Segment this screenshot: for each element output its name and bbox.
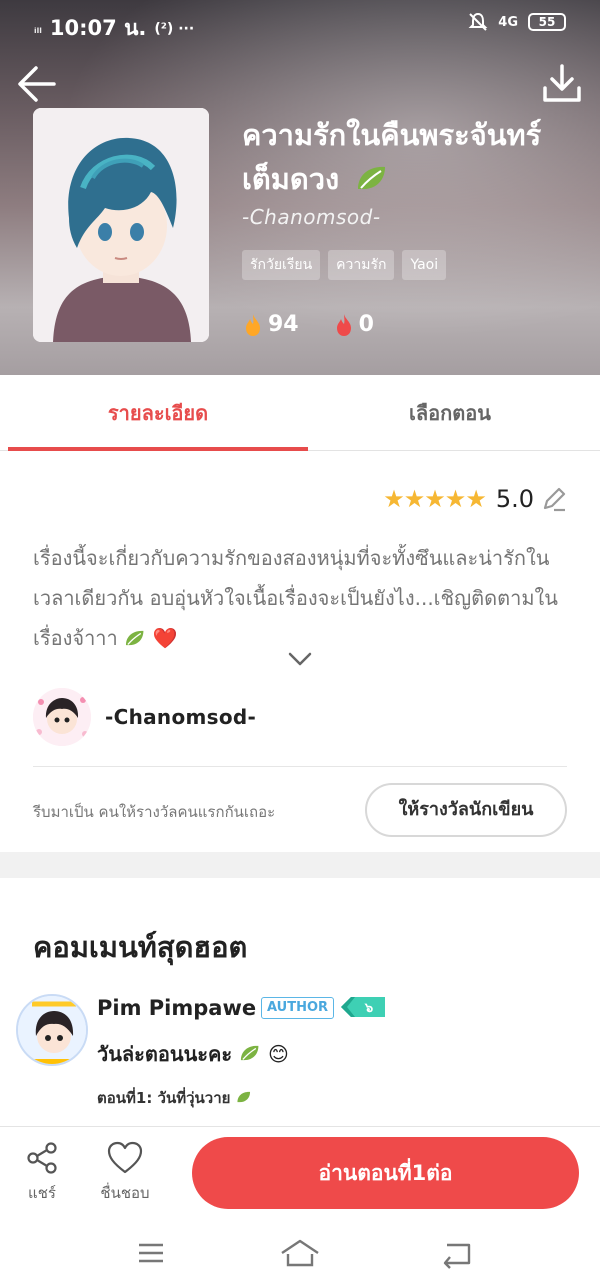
commenter-avatar[interactable] xyxy=(16,994,88,1066)
star-rating-icon: ★★★★★ xyxy=(383,485,487,513)
rating: ★★★★★ 5.0 xyxy=(383,485,568,513)
story-stats: 94 0 xyxy=(242,312,374,337)
avatar-illustration xyxy=(33,688,91,746)
story-cover-image[interactable] xyxy=(33,108,209,342)
likes-stat: 0 xyxy=(333,312,374,337)
leaf-icon xyxy=(126,630,144,646)
download-button[interactable] xyxy=(540,62,584,106)
hot-comments-title: คอมเมนท์สุดฮอต xyxy=(33,930,248,964)
menu-icon[interactable] xyxy=(131,1237,171,1269)
tab-episodes[interactable]: เลือกตอน xyxy=(300,375,600,451)
system-nav-bar xyxy=(0,1221,600,1287)
bottom-action-bar: แชร์ ชื่นชอบ อ่านตอนที่1ต่อ xyxy=(0,1126,600,1221)
heart-icon xyxy=(107,1141,143,1174)
story-author[interactable]: -Chanomsod- xyxy=(242,205,381,229)
leaf-icon xyxy=(241,1045,259,1061)
reward-author-button[interactable]: ให้รางวัลนักเขียน xyxy=(365,783,567,837)
level-badge-icon: ๖ xyxy=(341,997,385,1017)
smile-emoji: 😊 xyxy=(268,1042,289,1066)
chevron-down-icon[interactable] xyxy=(288,652,312,666)
commenter-name[interactable]: Pim Pimpawe xyxy=(97,996,256,1020)
description-text: เรื่องนี้จะเกี่ยวกับความรักของสองหนุ่มที… xyxy=(33,546,558,650)
battery-icon: 55 xyxy=(528,13,566,31)
tag-chip[interactable]: ความรัก xyxy=(328,250,395,280)
share-label: แชร์ xyxy=(28,1184,56,1202)
cover-illustration xyxy=(33,108,209,342)
like-button[interactable]: ชื่นชอบ xyxy=(95,1141,155,1205)
comment-episode[interactable]: ตอนที่1: วันที่วุ่นวาย xyxy=(97,1086,252,1110)
network-label: 4G xyxy=(498,14,518,30)
comment-body: วันล่ะตอนนะคะ xyxy=(97,1042,233,1066)
tab-details[interactable]: รายละเอียด xyxy=(8,375,308,451)
status-bar: ᵢₗₗ 10:07 น. (²) ··· 4G 55 xyxy=(0,8,600,42)
tag-list: รักวัยเรียน ความรัก Yaoi xyxy=(242,250,447,280)
leaf-icon xyxy=(237,1091,250,1103)
pencil-icon[interactable] xyxy=(540,485,568,513)
comment-text: วันล่ะตอนนะคะ 😊 xyxy=(97,1038,289,1070)
story-title: ความรักในคืนพระจันทร์เต็มดวง xyxy=(242,113,582,201)
home-icon[interactable] xyxy=(280,1237,320,1269)
author-row[interactable]: -Chanomsod- xyxy=(33,688,256,746)
rating-value: 5.0 xyxy=(495,485,534,513)
level-badge: ๖ xyxy=(339,996,387,1018)
likes-count: 0 xyxy=(358,312,374,337)
author-badge: AUTHOR xyxy=(261,997,335,1019)
arrow-left-icon xyxy=(18,66,56,102)
clock: 10:07 น. xyxy=(49,16,147,40)
author-name[interactable]: -Chanomsod- xyxy=(105,705,256,729)
tab-bar: รายละเอียด เลือกตอน xyxy=(0,375,600,451)
story-title-text: ความรักในคืนพระจันทร์เต็มดวง xyxy=(242,118,542,196)
views-stat: 94 xyxy=(242,312,299,337)
divider xyxy=(33,766,567,767)
like-label: ชื่นชอบ xyxy=(100,1184,150,1202)
red-fire-icon xyxy=(336,313,351,336)
mute-bell-icon xyxy=(468,12,488,31)
download-icon xyxy=(543,64,581,102)
leaf-icon xyxy=(358,166,386,190)
author-avatar[interactable] xyxy=(33,688,91,746)
views-count: 94 xyxy=(268,312,299,337)
level-value: ๖ xyxy=(364,1001,373,1016)
signal-icon: ᵢₗₗ xyxy=(34,21,42,36)
avatar-illustration xyxy=(18,996,86,1064)
section-gap xyxy=(0,852,600,878)
tag-chip[interactable]: รักวัยเรียน xyxy=(242,250,321,280)
comment-episode-text: ตอนที่1: วันที่วุ่นวาย xyxy=(97,1089,231,1107)
fire-icon xyxy=(246,313,260,336)
tag-chip[interactable]: Yaoi xyxy=(402,250,447,280)
share-icon xyxy=(27,1142,57,1174)
reward-prompt: รีบมาเป็น คนให้รางวัลคนแรกกันเถอะ xyxy=(33,803,276,821)
back-nav-icon[interactable] xyxy=(437,1237,477,1269)
story-header: ᵢₗₗ 10:07 น. (²) ··· 4G 55 ความรักในคืนพ… xyxy=(0,0,600,375)
battery-level: 55 xyxy=(538,15,556,29)
status-extra: (²) ··· xyxy=(154,20,195,37)
share-button[interactable]: แชร์ xyxy=(12,1141,72,1205)
story-description: เรื่องนี้จะเกี่ยวกับความรักของสองหนุ่มที… xyxy=(33,538,573,658)
read-next-button[interactable]: อ่านตอนที่1ต่อ xyxy=(192,1137,579,1209)
back-button[interactable] xyxy=(16,62,60,106)
heart-emoji: ❤️ xyxy=(152,626,178,650)
